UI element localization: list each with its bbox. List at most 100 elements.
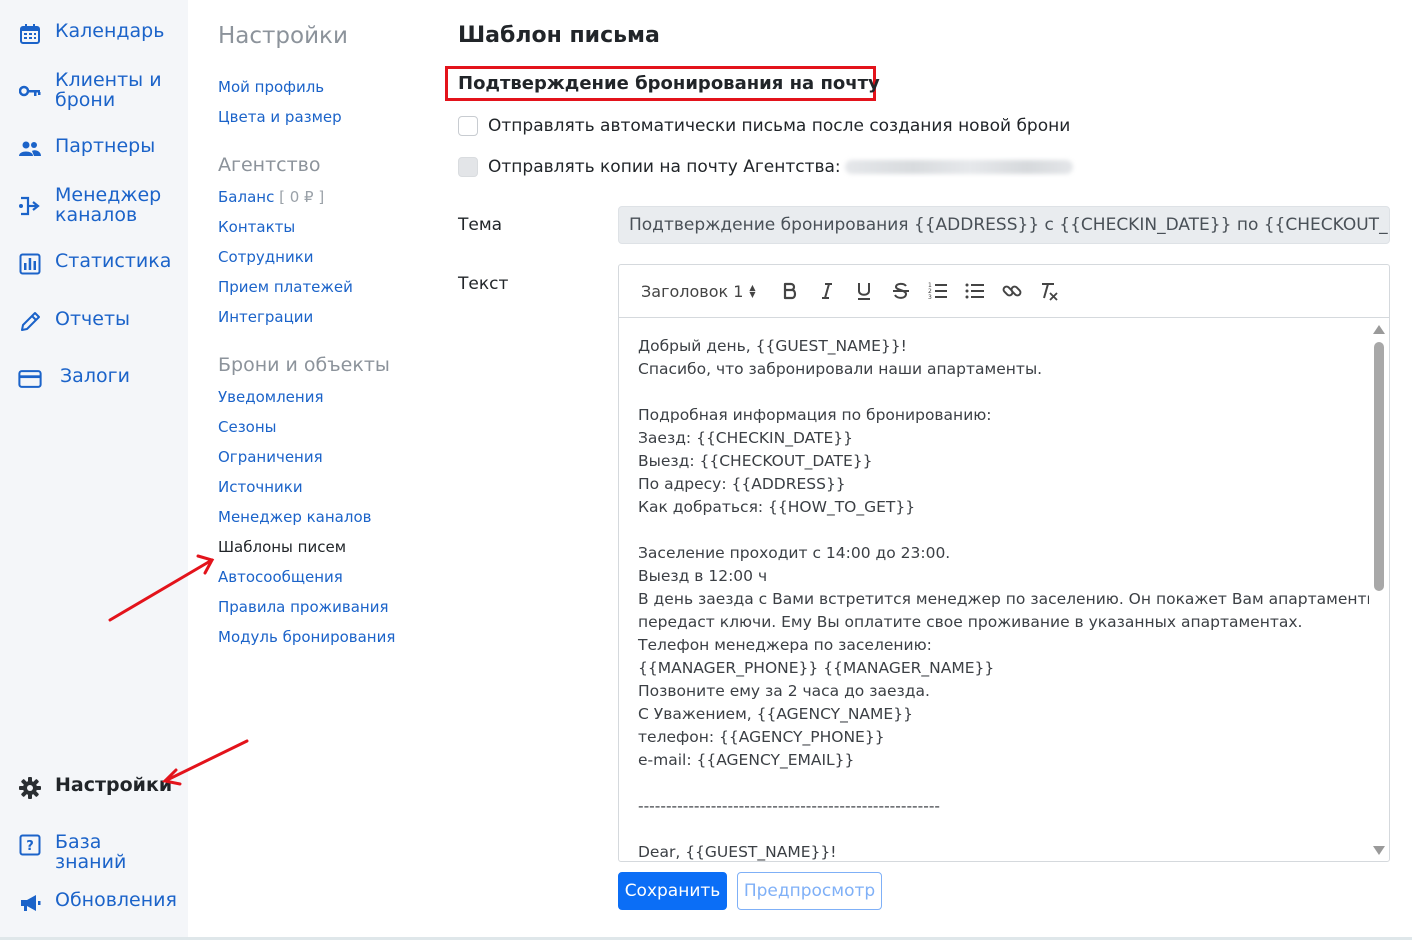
calendar-icon xyxy=(18,22,42,46)
editor-line: {{MANAGER_PHONE}} {{MANAGER_NAME}} xyxy=(638,659,995,677)
editor-line: Dear, {{GUEST_NAME}}! xyxy=(638,843,837,861)
copy-to-agency-row: Отправлять копии на почту Агентства: xyxy=(458,157,1073,177)
auto-send-checkbox[interactable] xyxy=(458,116,478,136)
settings-link-profile[interactable]: Мой профиль xyxy=(218,78,324,96)
settings-link-staff[interactable]: Сотрудники xyxy=(218,248,314,266)
channels-icon xyxy=(18,194,42,218)
scroll-up-arrow-icon[interactable] xyxy=(1373,325,1385,334)
settings-link-booking-module[interactable]: Модуль бронирования xyxy=(218,628,395,646)
editor-line: С Уважением, {{AGENCY_NAME}} xyxy=(638,705,913,723)
bullet-list-icon[interactable] xyxy=(963,279,987,303)
settings-section-agency: Агентство xyxy=(218,154,321,176)
settings-title: Настройки xyxy=(218,23,348,49)
sidebar-item-updates[interactable]: Обновления xyxy=(18,889,177,915)
settings-link-colors[interactable]: Цвета и размер xyxy=(218,108,342,126)
sidebar-item-label: Статистика xyxy=(55,250,172,272)
bold-icon[interactable] xyxy=(778,279,802,303)
subject-field[interactable]: Подтверждение бронирования {{ADDRESS}} с… xyxy=(618,206,1390,244)
settings-link-seasons[interactable]: Сезоны xyxy=(218,418,277,436)
sidebar-item-deposits[interactable]: Залоги xyxy=(18,366,180,391)
sidebar-item-calendar[interactable]: Календарь xyxy=(18,21,175,46)
app-sidebar: Календарь Клиенты и брони Партнеры Менед… xyxy=(0,0,188,940)
sidebar-item-label: Обновления xyxy=(55,889,177,911)
settings-link-automessages[interactable]: Автосообщения xyxy=(218,568,343,586)
sidebar-item-label: Залоги xyxy=(60,365,130,387)
editor-line: В день заезда с Вами встретится менеджер… xyxy=(638,590,1369,608)
blurred-email xyxy=(844,160,1073,174)
editor-content[interactable]: Добрый день, {{GUEST_NAME}}! Спасибо, что… xyxy=(619,319,1369,861)
editor-line: Позвоните ему за 2 часа до заезда. xyxy=(638,682,930,700)
settings-link-contacts[interactable]: Контакты xyxy=(218,218,295,236)
scroll-thumb[interactable] xyxy=(1374,342,1384,591)
svg-text:3: 3 xyxy=(928,294,932,300)
arrow-head xyxy=(196,554,215,575)
copy-to-agency-label: Отправлять копии на почту Агентства: xyxy=(488,157,841,177)
sidebar-item-statistics[interactable]: Статистика xyxy=(18,251,175,276)
editor-line: телефон: {{AGENCY_PHONE}} xyxy=(638,728,885,746)
editor-line: Спасибо, что забронировали наши апартаме… xyxy=(638,360,1043,378)
heading-select[interactable]: Заголовок 1 ▲ ▼ xyxy=(641,282,756,301)
sidebar-item-label: Отчеты xyxy=(55,308,131,330)
editor-toolbar: Заголовок 1 ▲ ▼ 123 xyxy=(619,265,1389,318)
sidebar-item-channel-manager[interactable]: Менеджер каналов xyxy=(18,185,175,225)
editor-scrollbar[interactable] xyxy=(1369,319,1389,861)
editor-line: Телефон менеджера по заселению: xyxy=(638,636,932,654)
settings-link-integrations[interactable]: Интеграции xyxy=(218,308,313,326)
settings-section-bookings: Брони и объекты xyxy=(218,354,390,376)
save-button[interactable]: Сохранить xyxy=(618,872,727,910)
editor-line: Заезд: {{CHECKIN_DATE}} xyxy=(638,429,854,447)
sidebar-item-partners[interactable]: Партнеры xyxy=(18,136,175,161)
editor-line: Как добраться: {{HOW_TO_GET}} xyxy=(638,498,916,516)
card-icon xyxy=(18,367,42,391)
settings-link-balance[interactable]: Баланс [ 0 ₽ ] xyxy=(218,188,324,206)
clear-format-icon[interactable] xyxy=(1037,279,1061,303)
balance-label: Баланс xyxy=(218,188,275,206)
strikethrough-icon[interactable] xyxy=(889,279,913,303)
editor-line: передаст ключи. Ему Вы оплатите свое про… xyxy=(638,613,1303,631)
settings-link-sources[interactable]: Источники xyxy=(218,478,303,496)
editor-line: ----------------------------------------… xyxy=(638,797,941,815)
sidebar-item-clients[interactable]: Клиенты и брони xyxy=(18,70,175,110)
template-name: Подтверждение бронирования на почту xyxy=(458,73,880,94)
settings-link-notifications[interactable]: Уведомления xyxy=(218,388,323,406)
underline-icon[interactable] xyxy=(852,279,876,303)
sidebar-item-settings[interactable]: Настройки xyxy=(18,775,175,800)
ordered-list-icon[interactable]: 123 xyxy=(926,279,950,303)
italic-icon[interactable] xyxy=(815,279,839,303)
editor-line: e-mail: {{AGENCY_EMAIL}} xyxy=(638,751,855,769)
settings-link-channel-manager[interactable]: Менеджер каналов xyxy=(218,508,371,526)
editor-line: Добрый день, {{GUEST_NAME}}! xyxy=(638,337,907,355)
settings-link-house-rules[interactable]: Правила проживания xyxy=(218,598,389,616)
sidebar-item-label: Клиенты и брони xyxy=(55,69,162,111)
balance-value: [ 0 ₽ ] xyxy=(279,188,325,206)
settings-link-restrictions[interactable]: Ограничения xyxy=(218,448,323,466)
settings-link-payments[interactable]: Прием платежей xyxy=(218,278,353,296)
link-icon[interactable] xyxy=(1000,279,1024,303)
scroll-down-arrow-icon[interactable] xyxy=(1373,846,1385,855)
auto-send-label: Отправлять автоматически письма после со… xyxy=(488,116,1071,136)
sidebar-item-knowledge-base[interactable]: ? База знаний xyxy=(18,832,175,872)
bar-chart-icon xyxy=(18,252,42,276)
sidebar-item-label: Менеджер каналов xyxy=(55,184,162,226)
preview-button[interactable]: Предпросмотр xyxy=(737,872,882,910)
sidebar-item-label: Календарь xyxy=(55,20,165,42)
rich-text-editor: Заголовок 1 ▲ ▼ 123 Добрый день, {{GUEST_… xyxy=(618,264,1390,862)
megaphone-icon xyxy=(18,891,42,915)
sidebar-item-reports[interactable]: Отчеты xyxy=(18,309,175,334)
settings-link-email-templates[interactable]: Шаблоны писем xyxy=(218,538,346,556)
sidebar-item-label: Партнеры xyxy=(55,135,156,157)
heading-select-value: Заголовок 1 xyxy=(641,281,744,301)
editor-line: Выезд в 12:00 ч xyxy=(638,567,768,585)
gear-icon xyxy=(18,776,42,800)
editor-line: Выезд: {{CHECKOUT_DATE}} xyxy=(638,452,873,470)
people-icon xyxy=(18,137,42,161)
page-title: Шаблон письма xyxy=(458,23,660,48)
text-label: Текст xyxy=(458,274,509,294)
copy-to-agency-checkbox[interactable] xyxy=(458,157,478,177)
sidebar-item-label: Настройки xyxy=(55,774,173,796)
template-editor-panel: Шаблон письма Подтверждение бронирования… xyxy=(445,0,1412,940)
